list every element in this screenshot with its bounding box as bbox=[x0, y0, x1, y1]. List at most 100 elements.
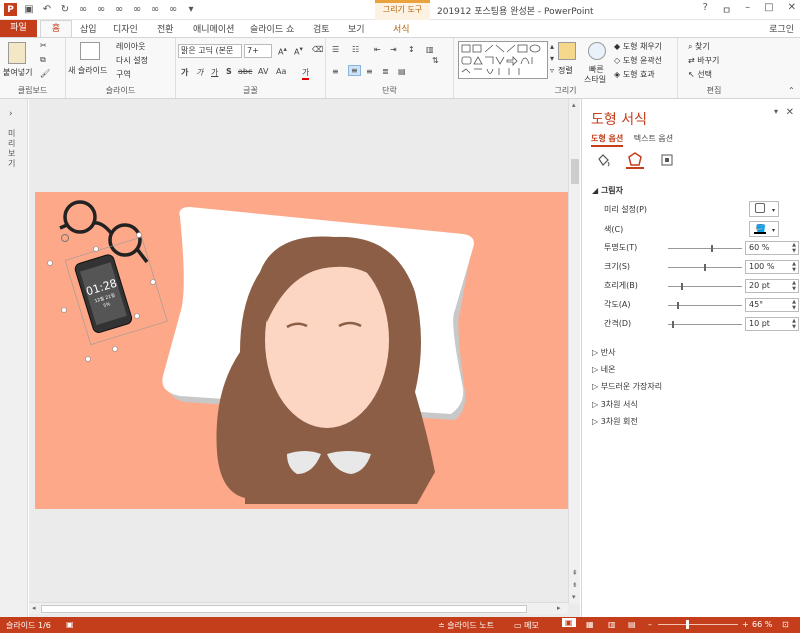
spinner-arrows-icon[interactable]: ▲ ▼ bbox=[792, 280, 796, 292]
zoom-out-icon[interactable]: – bbox=[648, 620, 652, 629]
layout-button[interactable]: 레이아웃 bbox=[116, 41, 145, 52]
decrease-indent-icon[interactable]: ⇤ bbox=[374, 45, 381, 54]
prev-slide-icon[interactable]: ⇞ bbox=[572, 569, 578, 577]
tab-file[interactable]: 파일 bbox=[0, 20, 37, 37]
tab-view[interactable]: 보기 bbox=[348, 22, 365, 35]
login-link[interactable]: 로그인 bbox=[769, 22, 794, 35]
property-spinner[interactable]: 45° ▲ ▼ bbox=[745, 298, 799, 312]
reset-button[interactable]: 다시 설정 bbox=[116, 55, 148, 66]
scroll-left-icon[interactable]: ◂ bbox=[32, 604, 36, 612]
color-picker[interactable]: 🪣 ▾ bbox=[749, 221, 779, 237]
pane-options-icon[interactable]: ▾ bbox=[774, 107, 778, 116]
copy-icon[interactable]: ⧉ bbox=[40, 55, 46, 65]
paste-icon[interactable] bbox=[8, 42, 26, 64]
normal-view-icon[interactable]: ▣ bbox=[562, 618, 576, 627]
link-icon[interactable]: ∞ bbox=[167, 4, 179, 16]
gallery-scroll-down-icon[interactable]: ▾ bbox=[550, 54, 554, 63]
new-slide-icon[interactable] bbox=[80, 42, 100, 60]
property-slider-thumb[interactable] bbox=[676, 302, 679, 309]
link-icon[interactable]: ∞ bbox=[131, 4, 143, 16]
shape-effects-button[interactable]: ◈ 도형 효과 bbox=[614, 69, 655, 80]
property-slider-thumb[interactable] bbox=[711, 245, 714, 252]
close-button[interactable]: ✕ bbox=[788, 2, 796, 17]
tab-shape-options[interactable]: 도형 옵션 bbox=[591, 134, 624, 147]
arrange-button[interactable]: 정렬 bbox=[558, 65, 573, 76]
customize-qat-icon[interactable]: ▾ bbox=[185, 4, 197, 16]
select-button[interactable]: ↖ 선택 bbox=[688, 69, 712, 80]
spell-check-icon[interactable]: ▣ bbox=[66, 620, 74, 629]
property-slider[interactable] bbox=[668, 283, 742, 290]
clear-format-icon[interactable]: ⌫ bbox=[312, 45, 323, 54]
property-slider[interactable] bbox=[668, 264, 742, 271]
paste-button[interactable]: 붙여넣기 bbox=[3, 67, 32, 78]
vertical-scroll-thumb[interactable] bbox=[571, 159, 579, 184]
spinner-arrows-icon[interactable]: ▲ ▼ bbox=[792, 242, 796, 254]
maximize-button[interactable]: □ bbox=[764, 2, 773, 17]
section-reflection[interactable]: ▷ 반사 bbox=[592, 347, 615, 358]
line-spacing-icon[interactable]: ↕ bbox=[408, 45, 415, 54]
property-slider-thumb[interactable] bbox=[704, 264, 706, 271]
tab-animations[interactable]: 애니메이션 bbox=[193, 22, 234, 35]
tab-transitions[interactable]: 전환 bbox=[157, 22, 174, 35]
numbering-icon[interactable]: ☷ bbox=[352, 45, 359, 54]
section-3d-format[interactable]: ▷ 3차원 서식 bbox=[592, 399, 638, 410]
zoom-level[interactable]: 66 % bbox=[752, 620, 772, 629]
link-icon[interactable]: ∞ bbox=[95, 4, 107, 16]
property-spinner[interactable]: 60 % ▲ ▼ bbox=[745, 241, 799, 255]
section-soft-edges[interactable]: ▷ 부드러운 가장자리 bbox=[592, 381, 662, 392]
next-slide-icon[interactable]: ⇟ bbox=[572, 581, 578, 589]
shrink-font-icon[interactable]: A▾ bbox=[294, 45, 303, 57]
zoom-slider-thumb[interactable] bbox=[686, 620, 689, 629]
undo-icon[interactable]: ↶ bbox=[41, 4, 53, 16]
scroll-up-icon[interactable]: ▴ bbox=[572, 101, 576, 109]
tab-format[interactable]: 서식 bbox=[393, 22, 410, 35]
property-slider[interactable] bbox=[668, 245, 742, 252]
shape-fill-button[interactable]: ◆ 도형 채우기 bbox=[614, 41, 662, 52]
property-slider[interactable] bbox=[668, 302, 742, 309]
slide-sorter-icon[interactable]: ▦ bbox=[586, 620, 594, 629]
quick-styles-icon[interactable] bbox=[588, 42, 606, 60]
slideshow-icon[interactable]: ▤ bbox=[628, 620, 636, 629]
font-color-button[interactable]: 가 bbox=[302, 67, 310, 80]
replace-button[interactable]: ⇄ 바꾸기 bbox=[688, 55, 719, 66]
new-slide-button[interactable]: 새 슬라이드 bbox=[68, 65, 107, 76]
italic-button[interactable]: 가 bbox=[196, 67, 203, 78]
distribute-icon[interactable]: ▤ bbox=[398, 67, 406, 76]
fit-to-window-icon[interactable]: ⊡ bbox=[782, 620, 789, 629]
underline-button[interactable]: 가 bbox=[211, 67, 218, 78]
find-button[interactable]: ⌕ 찾기 bbox=[688, 41, 710, 52]
arrange-icon[interactable] bbox=[558, 42, 576, 60]
section-button[interactable]: 구역 bbox=[116, 69, 131, 80]
zoom-slider[interactable] bbox=[658, 624, 738, 625]
slide[interactable]: 01:28 12월 21일 5% bbox=[35, 192, 569, 509]
section-glow[interactable]: ▷ 네온 bbox=[592, 364, 615, 375]
increase-indent-icon[interactable]: ⇥ bbox=[390, 45, 397, 54]
shadow-section-header[interactable]: ◢ 그림자 bbox=[592, 185, 623, 196]
gallery-scroll-up-icon[interactable]: ▴ bbox=[550, 42, 554, 51]
property-slider[interactable] bbox=[668, 321, 742, 328]
redo-icon[interactable]: ↻ bbox=[59, 4, 71, 16]
effects-icon[interactable] bbox=[626, 151, 644, 169]
preset-dropdown[interactable]: ▾ bbox=[749, 201, 779, 217]
text-direction-icon[interactable]: ⇅ bbox=[432, 56, 439, 65]
link-icon[interactable]: ∞ bbox=[77, 4, 89, 16]
minimize-button[interactable]: – bbox=[745, 2, 750, 17]
section-3d-rotation[interactable]: ▷ 3차원 회전 bbox=[592, 416, 638, 427]
scroll-down-icon[interactable]: ▾ bbox=[572, 593, 576, 601]
align-left-icon[interactable]: ≡ bbox=[332, 67, 339, 76]
char-spacing-button[interactable]: AV bbox=[258, 67, 268, 76]
help-button[interactable]: ? bbox=[703, 2, 708, 17]
tab-home[interactable]: 홈 bbox=[40, 20, 72, 38]
shape-outline-button[interactable]: ◇ 도형 윤곽선 bbox=[614, 55, 662, 66]
gallery-more-icon[interactable]: ▿ bbox=[550, 66, 554, 75]
tab-slideshow[interactable]: 슬라이드 쇼 bbox=[250, 22, 294, 35]
font-size-dropdown[interactable]: 7+ bbox=[244, 44, 272, 58]
columns-icon[interactable]: ▥ bbox=[426, 45, 434, 54]
change-case-button[interactable]: Aa bbox=[276, 67, 286, 76]
thumbnails-label[interactable]: 미리 보기 bbox=[8, 129, 18, 169]
bold-button[interactable]: 가 bbox=[181, 67, 188, 78]
close-pane-icon[interactable]: ✕ bbox=[786, 107, 794, 118]
strikethrough-button[interactable]: abc bbox=[238, 67, 252, 76]
link-icon[interactable]: ∞ bbox=[149, 4, 161, 16]
property-spinner[interactable]: 10 pt ▲ ▼ bbox=[745, 317, 799, 331]
